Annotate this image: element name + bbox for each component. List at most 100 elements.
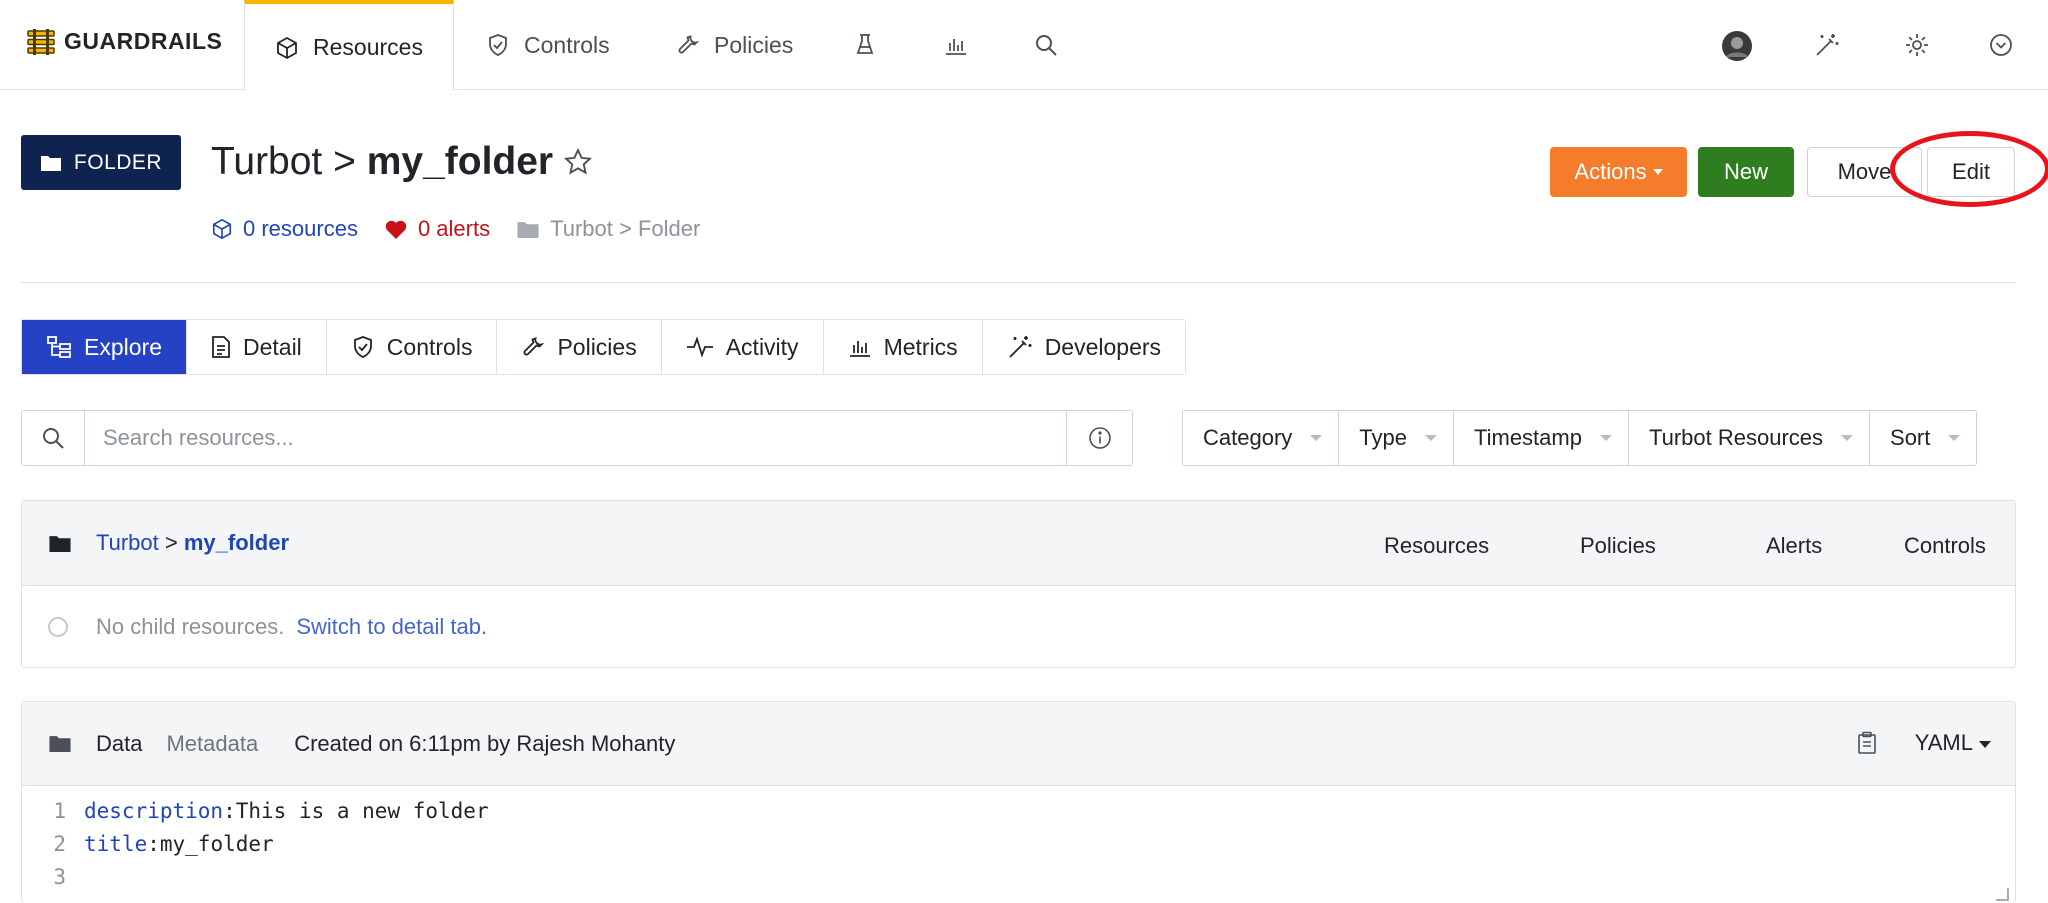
search-help-button[interactable] (1066, 411, 1132, 465)
developer-tools-button[interactable] (1814, 32, 1840, 64)
search-input[interactable] (85, 411, 1066, 465)
nav-tab-flask[interactable] (854, 0, 876, 90)
alerts-count-link[interactable]: 0 alerts (384, 216, 490, 242)
tab-controls[interactable]: Controls (326, 320, 498, 374)
search-button[interactable] (22, 411, 85, 465)
nav-tab-search[interactable] (1034, 0, 1058, 90)
filter-category[interactable]: Category (1183, 411, 1340, 465)
filter-type[interactable]: Type (1339, 411, 1454, 465)
column-header-policies[interactable]: Policies (1580, 533, 1656, 559)
empty-state-row: No child resources. Switch to detail tab… (22, 586, 2015, 667)
code-line: 3 (22, 860, 2015, 893)
page-title: Turbot > my_folder (211, 140, 593, 184)
title-name: my_folder (366, 140, 554, 183)
nav-tab-controls[interactable]: Controls (486, 0, 610, 90)
brand-logo[interactable]: GUARDRAILS (26, 28, 222, 55)
user-avatar[interactable] (1722, 31, 1752, 67)
caret-down-icon (1599, 435, 1612, 441)
tab-policies[interactable]: Policies (497, 320, 662, 374)
nav-tab-label: Controls (524, 31, 610, 58)
filter-bar: Category Type Timestamp Turbot Resources… (1182, 410, 1978, 466)
nav-tab-label: Policies (714, 31, 794, 58)
wrench-icon (524, 337, 545, 356)
bar-chart-icon (849, 341, 870, 357)
folder-icon (40, 155, 61, 171)
tab-data[interactable]: Data (96, 731, 142, 757)
edit-button[interactable]: Edit (1927, 147, 2015, 197)
folder-icon (49, 736, 71, 752)
tab-activity[interactable]: Activity (661, 320, 824, 374)
resource-type-badge: FOLDER (21, 135, 181, 190)
title-prefix: Turbot > (211, 140, 367, 183)
magic-wand-icon (1009, 336, 1032, 358)
divider (21, 282, 2016, 283)
folder-icon (49, 535, 71, 552)
tab-explore[interactable]: Explore (22, 320, 187, 374)
tab-metadata[interactable]: Metadata (166, 731, 258, 757)
avatar-icon (1722, 31, 1752, 61)
crumb-parent-link[interactable]: Turbot (96, 530, 159, 555)
caret-down-icon (1652, 169, 1663, 175)
nav-tab-resources[interactable]: Resources (244, 0, 454, 91)
settings-button[interactable] (1904, 32, 1930, 64)
explore-panel: Turbot > my_folder Resources Policies Al… (21, 500, 2016, 668)
resources-count-link[interactable]: 0 resources (211, 216, 358, 242)
explore-breadcrumb: Turbot > my_folder (96, 530, 290, 555)
tab-metrics[interactable]: Metrics (823, 320, 983, 374)
search-icon (1036, 35, 1057, 56)
empty-state-text: No child resources. (96, 613, 285, 639)
line-number: 2 (53, 831, 66, 856)
clipboard-icon[interactable] (1857, 731, 1877, 755)
star-icon[interactable] (563, 147, 593, 177)
column-header-controls[interactable]: Controls (1904, 533, 1986, 559)
yaml-key: title (84, 831, 148, 856)
filter-timestamp[interactable]: Timestamp (1454, 411, 1629, 465)
filter-turbot-resources[interactable]: Turbot Resources (1629, 411, 1871, 465)
caret-down-icon (1424, 435, 1437, 441)
chevron-circle-icon (1990, 34, 2012, 56)
data-panel-controls: YAML (1857, 730, 1991, 756)
wrench-icon (678, 35, 700, 54)
resource-search (21, 410, 1133, 466)
line-number: 1 (53, 798, 66, 823)
yaml-value: my_folder (159, 831, 274, 856)
magic-wand-icon (1816, 34, 1839, 56)
resource-type-path[interactable]: Turbot > Folder (516, 216, 700, 242)
tab-developers[interactable]: Developers (982, 320, 1186, 374)
search-icon (43, 428, 64, 449)
cube-icon (212, 218, 232, 240)
loading-spinner-icon (48, 616, 68, 637)
data-panel: Data Metadata Created on 6:11pm by Rajes… (21, 701, 2016, 903)
resize-handle-icon[interactable] (1995, 887, 2009, 901)
resource-meta-row: 0 resources 0 alerts Turbot > Folder (211, 216, 726, 242)
shield-check-icon (489, 34, 507, 56)
yaml-key: description (84, 798, 224, 823)
bar-chart-icon (946, 39, 966, 55)
column-header-resources[interactable]: Resources (1384, 533, 1489, 559)
column-header-alerts[interactable]: Alerts (1766, 533, 1822, 559)
nav-tab-reports[interactable] (944, 0, 968, 90)
nav-tab-policies[interactable]: Policies (676, 0, 793, 90)
brand-name: GUARDRAILS (64, 28, 223, 54)
actions-dropdown-button[interactable]: Actions (1550, 147, 1687, 197)
tab-detail[interactable]: Detail (186, 320, 327, 374)
new-button[interactable]: New (1698, 147, 1794, 197)
pulse-icon (686, 336, 713, 358)
format-dropdown[interactable]: YAML (1915, 730, 1991, 756)
created-info: Created on 6:11pm by Rajesh Mohanty (294, 730, 676, 756)
crumb-current-link[interactable]: my_folder (184, 530, 289, 555)
account-menu-button[interactable] (1988, 32, 2014, 64)
yaml-editor[interactable]: 1 description: This is a new folder 2 ti… (22, 786, 2015, 893)
guardrails-logo-icon (27, 28, 55, 55)
switch-to-detail-link[interactable]: Switch to detail tab. (296, 614, 487, 640)
type-badge-label: FOLDER (73, 150, 163, 174)
line-number: 3 (53, 864, 66, 889)
code-line: 1 description: This is a new folder (22, 794, 2015, 827)
hierarchy-icon (47, 336, 71, 358)
cube-icon (277, 36, 297, 59)
folder-icon (517, 221, 539, 238)
info-icon (1088, 427, 1111, 449)
filter-sort[interactable]: Sort (1870, 411, 1976, 465)
move-button[interactable]: Move (1807, 147, 1922, 197)
code-line: 2 title: my_folder (22, 827, 2015, 860)
